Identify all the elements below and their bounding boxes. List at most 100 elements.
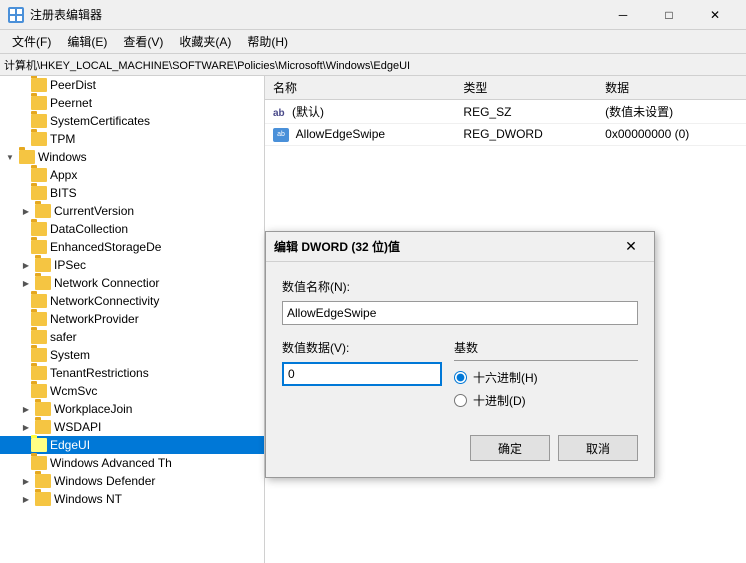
tree-item-windowsdefender[interactable]: ▶ Windows Defender [0, 472, 264, 490]
tree-label: Windows Defender [54, 474, 155, 488]
value-name: ab (默认) [265, 100, 455, 124]
tree-item-windowsadvanced[interactable]: Windows Advanced Th [0, 454, 264, 472]
window-title: 注册表编辑器 [30, 6, 600, 23]
radio-hex-input[interactable] [454, 371, 467, 384]
table-row[interactable]: ab AllowEdgeSwipe REG_DWORD 0x00000000 (… [265, 124, 746, 146]
table-row[interactable]: ab (默认) REG_SZ (数值未设置) [265, 100, 746, 124]
col-name: 名称 [265, 76, 455, 100]
folder-icon [31, 366, 47, 380]
folder-icon [31, 438, 47, 452]
tree-label: WSDAPI [54, 420, 101, 434]
expand-icon: ▶ [20, 277, 32, 289]
name-input[interactable] [282, 301, 638, 325]
folder-icon [31, 222, 47, 236]
maximize-button[interactable]: □ [646, 0, 692, 30]
folder-icon [31, 168, 47, 182]
close-button[interactable]: ✕ [692, 0, 738, 30]
folder-icon [35, 474, 51, 488]
tree-label: CurrentVersion [54, 204, 134, 218]
radio-dec[interactable]: 十进制(D) [454, 392, 638, 409]
expand-icon [16, 79, 28, 91]
base-group: 基数 十六进制(H) 十进制(D) [454, 339, 638, 415]
col-data: 数据 [597, 76, 746, 100]
col-type: 类型 [455, 76, 597, 100]
value-data: (数值未设置) [597, 100, 746, 124]
folder-icon [31, 78, 47, 92]
expand-icon: ▶ [20, 475, 32, 487]
tree-item-systemcerts[interactable]: SystemCertificates [0, 112, 264, 130]
tree-item-enhancedstorage[interactable]: EnhancedStorageDe [0, 238, 264, 256]
tree-label: Peernet [50, 96, 92, 110]
tree-label: EdgeUI [50, 438, 90, 452]
dialog-body: 数值名称(N): 数值数据(V): 基数 十六进制(H) 十进制(D) [266, 262, 654, 477]
tree-label: NetworkProvider [50, 312, 139, 326]
tree-item-tenantrestrictions[interactable]: TenantRestrictions [0, 364, 264, 382]
tree-item-currentversion[interactable]: ▶ CurrentVersion [0, 202, 264, 220]
folder-icon [31, 456, 47, 470]
ok-button[interactable]: 确定 [470, 435, 550, 461]
expand-icon: ▶ [20, 493, 32, 505]
tree-item-tpm[interactable]: TPM [0, 130, 264, 148]
tree-label: safer [50, 330, 77, 344]
base-label: 基数 [454, 339, 638, 361]
tree-item-safer[interactable]: safer [0, 328, 264, 346]
tree-item-datacollection[interactable]: DataCollection [0, 220, 264, 238]
tree-label: Appx [50, 168, 77, 182]
tree-item-networkconnection[interactable]: ▶ Network Connectior [0, 274, 264, 292]
value-data: 0x00000000 (0) [597, 124, 746, 146]
folder-icon [35, 276, 51, 290]
folder-icon [31, 348, 47, 362]
tree-label: NetworkConnectivity [50, 294, 159, 308]
dialog-close-button[interactable]: ✕ [616, 232, 646, 262]
menu-view[interactable]: 查看(V) [115, 31, 171, 52]
address-text: 计算机\HKEY_LOCAL_MACHINE\SOFTWARE\Policies… [4, 57, 410, 73]
tree-item-wcmsvc[interactable]: WcmSvc [0, 382, 264, 400]
tree-item-workplacejoin[interactable]: ▶ WorkplaceJoin [0, 400, 264, 418]
ab-icon: ab [273, 108, 285, 119]
expand-icon: ▶ [20, 205, 32, 217]
address-bar: 计算机\HKEY_LOCAL_MACHINE\SOFTWARE\Policies… [0, 54, 746, 76]
tree-label: EnhancedStorageDe [50, 240, 161, 254]
tree-label: TPM [50, 132, 75, 146]
data-input[interactable] [282, 362, 442, 386]
tree-item-peerdist[interactable]: PeerDist [0, 76, 264, 94]
tree-item-peernet[interactable]: Peernet [0, 94, 264, 112]
cancel-button[interactable]: 取消 [558, 435, 638, 461]
tree-item-appx[interactable]: Appx [0, 166, 264, 184]
tree-label: WorkplaceJoin [54, 402, 132, 416]
folder-icon [31, 186, 47, 200]
radio-dec-input[interactable] [454, 394, 467, 407]
expand-icon [16, 133, 28, 145]
tree-item-wsdapi[interactable]: ▶ WSDAPI [0, 418, 264, 436]
tree-item-windows[interactable]: ▼ Windows [0, 148, 264, 166]
tree-label: Windows NT [54, 492, 122, 506]
tree-item-bits[interactable]: BITS [0, 184, 264, 202]
main-content: PeerDist Peernet SystemCertificates TPM … [0, 76, 746, 563]
menu-favorites[interactable]: 收藏夹(A) [171, 31, 239, 52]
tree-label: TenantRestrictions [50, 366, 149, 380]
value-input-group: 数值数据(V): [282, 339, 442, 415]
value-type: REG_DWORD [455, 124, 597, 146]
folder-icon [31, 96, 47, 110]
tree-label: Windows Advanced Th [50, 456, 172, 470]
tree-item-edgeui[interactable]: EdgeUI [0, 436, 264, 454]
folder-icon [31, 114, 47, 128]
window-controls: ─ □ ✕ [600, 0, 738, 30]
tree-item-windowsnt[interactable]: ▶ Windows NT [0, 490, 264, 508]
menu-help[interactable]: 帮助(H) [239, 31, 296, 52]
radio-dec-label: 十进制(D) [473, 392, 526, 409]
tree-label: DataCollection [50, 222, 128, 236]
tree-item-networkconnectivity[interactable]: NetworkConnectivity [0, 292, 264, 310]
tree-label: Network Connectior [54, 276, 159, 290]
menu-file[interactable]: 文件(F) [4, 31, 59, 52]
tree-label: IPSec [54, 258, 86, 272]
menu-edit[interactable]: 编辑(E) [59, 31, 115, 52]
tree-label: System [50, 348, 90, 362]
radio-hex[interactable]: 十六进制(H) [454, 369, 638, 386]
dialog-title: 编辑 DWORD (32 位)值 [274, 238, 616, 255]
tree-item-system[interactable]: System [0, 346, 264, 364]
tree-item-ipsec[interactable]: ▶ IPSec [0, 256, 264, 274]
minimize-button[interactable]: ─ [600, 0, 646, 30]
folder-icon [19, 150, 35, 164]
tree-item-networkprovider[interactable]: NetworkProvider [0, 310, 264, 328]
